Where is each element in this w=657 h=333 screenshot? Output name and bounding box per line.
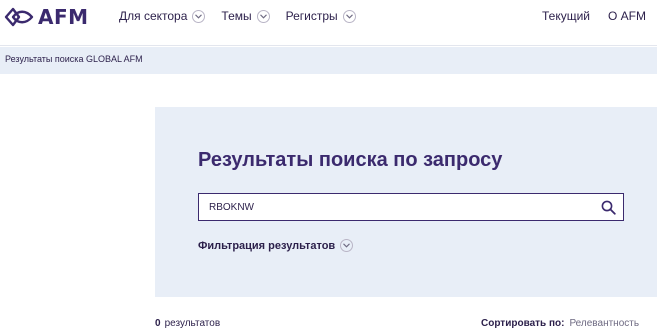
search-button[interactable] (601, 200, 616, 215)
nav-item-label: Для сектора (119, 9, 188, 23)
nav-item-registers[interactable]: Регистры (286, 9, 356, 23)
afm-logo-icon (4, 7, 34, 27)
filter-results-toggle[interactable]: Фильтрация результатов (198, 239, 354, 252)
sort-label: Сортировать по: (481, 318, 565, 329)
search-input[interactable] (199, 194, 589, 220)
chevron-down-icon (342, 9, 356, 23)
search-icon (601, 200, 616, 215)
results-count-label: результатов (164, 318, 221, 329)
breadcrumb-item[interactable]: Результаты поиска GLOBAL AFM (5, 54, 143, 64)
search-box (198, 193, 624, 221)
chevron-down-icon (192, 9, 206, 23)
results-count: 0 результатов (155, 318, 220, 329)
nav-link-about[interactable]: О AFM (608, 9, 646, 23)
results-count-value: 0 (155, 318, 161, 329)
nav-item-label: Темы (221, 9, 252, 23)
main-nav: Для сектора Темы Регистры (119, 9, 372, 23)
search-panel: Результаты поиска по запросу Фильтрация … (155, 107, 657, 297)
chevron-down-icon (256, 9, 270, 23)
filter-label: Фильтрация результатов (198, 239, 336, 252)
chevron-down-icon (340, 239, 354, 252)
nav-link-current[interactable]: Текущий (542, 9, 590, 23)
nav-item-topics[interactable]: Темы (221, 9, 270, 23)
secondary-nav: Текущий О AFM (542, 9, 646, 23)
breadcrumb: Результаты поиска GLOBAL AFM (0, 47, 657, 74)
logo-text: AFM (38, 5, 89, 29)
sort-select[interactable]: Релевантность (569, 318, 639, 329)
afm-logo[interactable]: AFM (4, 5, 89, 29)
sort-control: Сортировать по: Релевантность (481, 318, 639, 329)
site-header: AFM Для сектора Темы Регистры Текущий О … (0, 0, 657, 46)
page-title: Результаты поиска по запросу (198, 149, 503, 171)
page: AFM Для сектора Темы Регистры Текущий О … (0, 0, 657, 333)
nav-item-sector[interactable]: Для сектора (119, 9, 206, 23)
nav-item-label: Регистры (285, 9, 338, 23)
